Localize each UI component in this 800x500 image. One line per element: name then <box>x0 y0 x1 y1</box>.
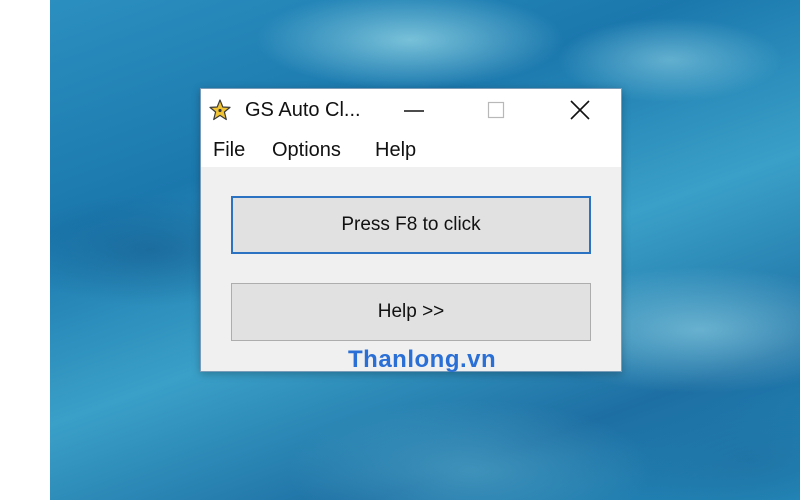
press-f8-button[interactable]: Press F8 to click <box>231 196 591 254</box>
help-expand-button[interactable]: Help >> <box>231 283 591 341</box>
client-area: Press F8 to click Help >> <box>201 167 621 371</box>
close-button[interactable] <box>557 89 603 131</box>
close-icon <box>570 100 590 120</box>
menu-file[interactable]: File <box>213 139 245 162</box>
minimize-button[interactable] <box>391 89 437 131</box>
window-title: GS Auto Cl... <box>245 99 361 121</box>
menu-bar: File Options Help <box>201 131 621 167</box>
star-icon <box>209 99 231 121</box>
watermark: Thanlong.vn <box>348 346 497 373</box>
screenshot: GS Auto Cl... File Options Help Press F8… <box>0 0 800 500</box>
menu-options[interactable]: Options <box>272 139 341 162</box>
maximize-button[interactable] <box>473 89 519 131</box>
left-margin <box>0 0 50 500</box>
minimize-icon <box>404 110 424 112</box>
help-expand-button-label: Help >> <box>377 301 445 322</box>
title-bar[interactable]: GS Auto Cl... <box>201 89 621 131</box>
press-f8-button-label: Press F8 to click <box>341 214 481 235</box>
app-window: GS Auto Cl... File Options Help Press F8… <box>200 88 622 372</box>
menu-help[interactable]: Help <box>375 139 416 162</box>
maximize-icon <box>487 101 505 119</box>
